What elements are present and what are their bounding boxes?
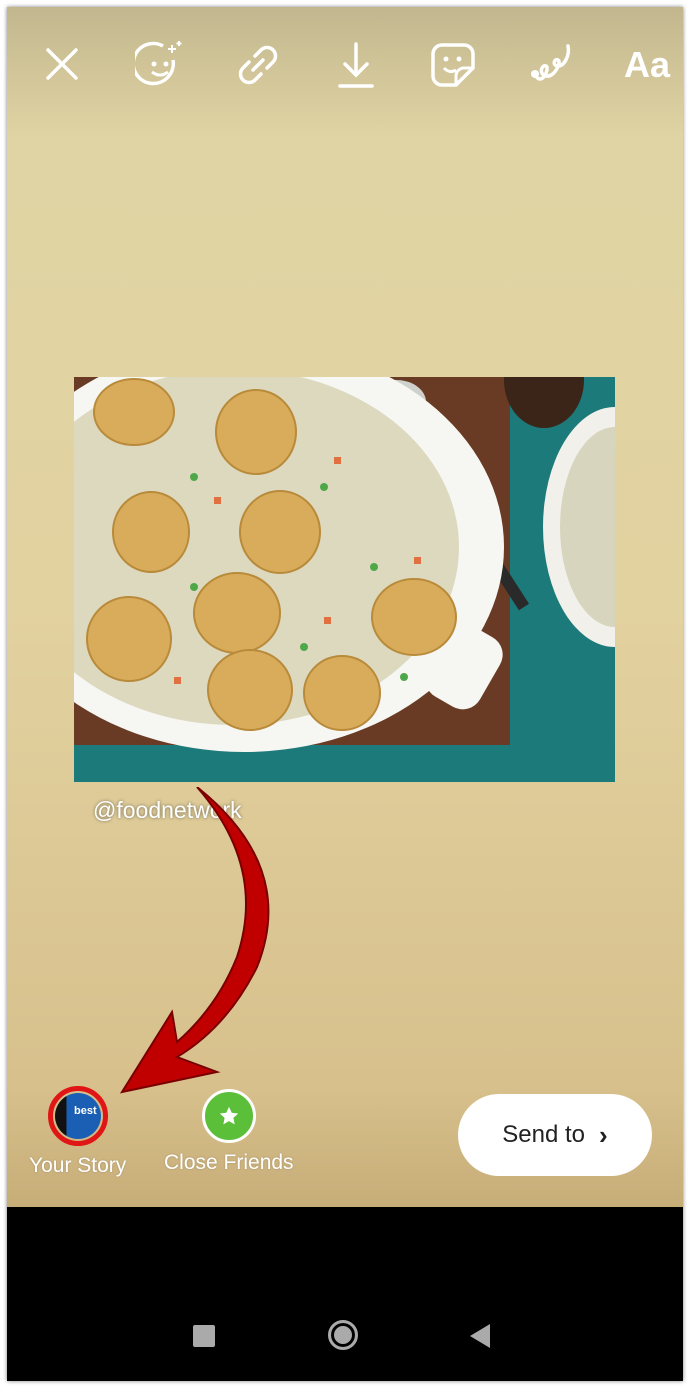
- your-story-button[interactable]: best Your Story: [29, 1086, 127, 1178]
- link-icon: [238, 45, 278, 85]
- your-story-avatar: best: [47, 1086, 108, 1146]
- avatar-text: best: [74, 1105, 97, 1117]
- close-friends-label: Close Friends: [164, 1151, 294, 1174]
- draw-icon: [531, 44, 571, 81]
- sticker-icon: [431, 43, 475, 87]
- recents-button[interactable]: [193, 1325, 215, 1347]
- close-icon: [46, 48, 78, 80]
- draw-button[interactable]: [523, 35, 579, 95]
- story-editor: Aa @foodnetwork best Your Story Close Fr…: [7, 7, 683, 1207]
- home-button[interactable]: [328, 1320, 358, 1350]
- text-button[interactable]: Aa: [619, 35, 675, 95]
- story-toolbar: Aa: [7, 35, 683, 95]
- back-button[interactable]: [470, 1324, 490, 1348]
- face-effects-icon: [135, 41, 182, 86]
- close-friends-button[interactable]: Close Friends: [164, 1087, 294, 1175]
- send-to-label: Send to: [502, 1121, 586, 1148]
- link-button[interactable]: [230, 35, 286, 95]
- your-story-label: Your Story: [29, 1154, 127, 1177]
- sticker-button[interactable]: [425, 35, 481, 95]
- download-icon: [338, 42, 374, 88]
- close-friends-avatar: [201, 1089, 256, 1143]
- download-button[interactable]: [328, 35, 384, 95]
- face-effects-button[interactable]: [132, 35, 188, 95]
- close-button[interactable]: [35, 35, 91, 95]
- chevron-right-icon: ›: [599, 1119, 608, 1150]
- star-icon: [219, 1106, 238, 1125]
- shared-post-image[interactable]: [74, 377, 615, 782]
- send-to-button[interactable]: Send to ›: [458, 1094, 652, 1176]
- android-nav-bar: [7, 1207, 683, 1381]
- red-arrow-annotation: [119, 787, 270, 1094]
- phone-screen: Aa @foodnetwork best Your Story Close Fr…: [7, 7, 683, 1381]
